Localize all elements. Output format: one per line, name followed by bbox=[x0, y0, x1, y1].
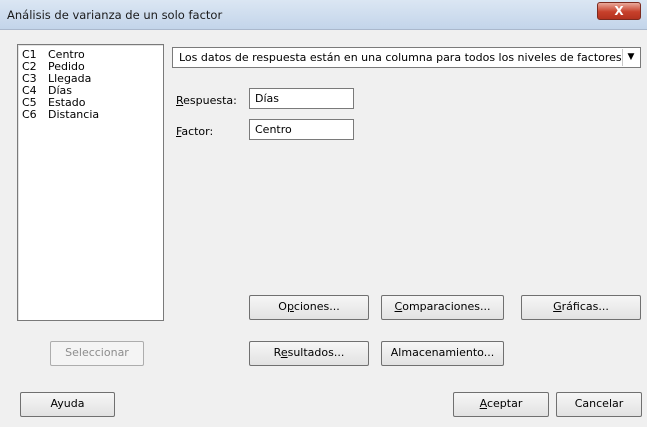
data-format-dropdown[interactable]: Los datos de respuesta están en una colu… bbox=[172, 47, 641, 68]
results-button[interactable]: Resultados... bbox=[249, 341, 369, 366]
graphs-button[interactable]: Gráficas... bbox=[521, 295, 641, 320]
response-field[interactable]: Días bbox=[249, 88, 354, 109]
close-button[interactable]: X bbox=[597, 2, 641, 20]
window-title: Análisis de varianza de un solo factor bbox=[7, 8, 223, 22]
close-icon: X bbox=[614, 4, 624, 18]
accept-button[interactable]: Aceptar bbox=[453, 392, 549, 417]
title-bar: Análisis de varianza de un solo factor X bbox=[0, 0, 647, 30]
comparisons-button[interactable]: Comparaciones... bbox=[381, 295, 504, 320]
select-button[interactable]: Seleccionar bbox=[50, 341, 144, 366]
options-button[interactable]: Opciones... bbox=[249, 295, 369, 320]
list-item[interactable]: C6 Distancia bbox=[22, 109, 99, 121]
cancel-button[interactable]: Cancelar bbox=[556, 392, 642, 417]
factor-field[interactable]: Centro bbox=[249, 119, 354, 140]
data-format-value: Los datos de respuesta están en una colu… bbox=[179, 51, 622, 64]
variables-list[interactable]: C1 Centro C2 Pedido C3 Llegada C4 Días C5 Est… bbox=[17, 44, 164, 321]
response-label: Respuesta: bbox=[176, 94, 237, 107]
storage-button[interactable]: Almacenamiento... bbox=[381, 341, 504, 366]
help-button[interactable]: Ayuda bbox=[20, 392, 115, 417]
chevron-down-icon[interactable]: ▼ bbox=[622, 49, 639, 66]
factor-label: Factor: bbox=[176, 125, 214, 138]
